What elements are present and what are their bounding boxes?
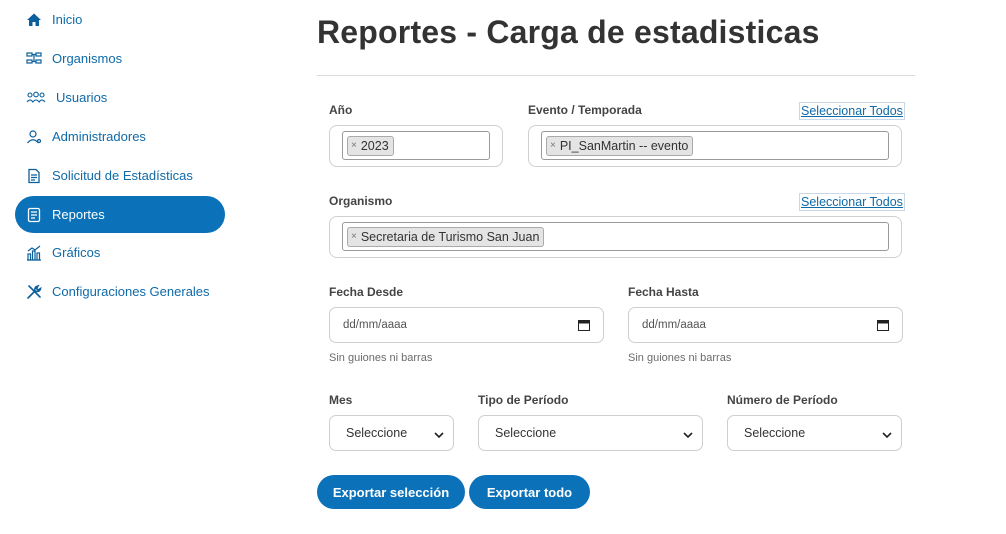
anio-multiselect[interactable]: × 2023 <box>342 131 490 160</box>
report-icon <box>25 206 43 224</box>
organismo-tag-label: Secretaria de Turismo San Juan <box>360 229 540 244</box>
sidebar-item-configuraciones[interactable]: Configuraciones Generales <box>15 273 225 310</box>
document-icon <box>25 167 43 185</box>
sidebar-item-solicitud[interactable]: Solicitud de Estadísticas <box>15 157 225 194</box>
calendar-icon[interactable] <box>877 319 889 331</box>
evento-label: Evento / Temporada <box>528 103 642 117</box>
sidebar-item-label: Usuarios <box>56 90 108 105</box>
export-selection-button[interactable]: Exportar selección <box>317 475 465 509</box>
tipo-periodo-select[interactable]: Seleccione <box>478 415 703 451</box>
fecha-desde-hint: Sin guiones ni barras <box>329 352 433 364</box>
evento-tag: × PI_SanMartin -- evento <box>546 135 694 156</box>
sidebar-item-graficos[interactable]: Gráficos <box>15 234 225 271</box>
sidebar-item-inicio[interactable]: Inicio <box>15 1 225 38</box>
chevron-down-icon <box>882 429 892 439</box>
remove-tag-icon[interactable]: × <box>351 231 357 242</box>
sidebar-item-administradores[interactable]: Administradores <box>15 118 225 155</box>
organization-icon <box>25 50 43 68</box>
fecha-hasta-placeholder: dd/mm/aaaa <box>642 319 706 331</box>
chevron-down-icon <box>683 429 693 439</box>
evento-tag-label: PI_SanMartin -- evento <box>559 138 689 153</box>
organismo-select-container: × Secretaria de Turismo San Juan <box>329 216 902 258</box>
mes-label: Mes <box>329 393 353 407</box>
export-all-button[interactable]: Exportar todo <box>469 475 590 509</box>
users-icon <box>25 89 47 107</box>
anio-tag: × 2023 <box>347 135 394 156</box>
chart-icon <box>25 244 43 262</box>
numero-periodo-select[interactable]: Seleccione <box>727 415 902 451</box>
organismo-multiselect[interactable]: × Secretaria de Turismo San Juan <box>342 222 889 251</box>
title-divider <box>317 75 915 76</box>
sidebar-item-label: Gráficos <box>52 245 101 260</box>
admin-icon <box>25 128 43 146</box>
mes-select-value: Seleccione <box>346 426 408 440</box>
fecha-hasta-hint: Sin guiones ni barras <box>628 352 732 364</box>
sidebar-item-label: Administradores <box>52 129 146 144</box>
sidebar-item-label: Reportes <box>52 207 105 222</box>
fecha-hasta-input[interactable]: dd/mm/aaaa <box>628 307 903 343</box>
evento-select-all-button[interactable]: Seleccionar Todos <box>799 102 905 120</box>
sidebar-item-organismos[interactable]: Organismos <box>15 40 225 77</box>
mes-select[interactable]: Seleccione <box>329 415 454 451</box>
organismo-tag: × Secretaria de Turismo San Juan <box>347 226 545 247</box>
anio-tag-label: 2023 <box>360 138 389 153</box>
fecha-hasta-label: Fecha Hasta <box>628 285 699 299</box>
anio-label: Año <box>329 103 353 117</box>
organismo-label: Organismo <box>329 194 393 208</box>
numero-periodo-label: Número de Período <box>727 393 838 407</box>
tools-icon <box>25 283 43 301</box>
sidebar-item-reportes[interactable]: Reportes <box>15 196 225 233</box>
tipo-periodo-select-value: Seleccione <box>495 426 557 440</box>
sidebar: Inicio Organismos Usuarios Administrador… <box>0 0 240 534</box>
numero-periodo-select-value: Seleccione <box>744 426 806 440</box>
tipo-periodo-label: Tipo de Período <box>478 393 569 407</box>
page-title: Reportes - Carga de estadisticas <box>317 14 820 50</box>
fecha-desde-placeholder: dd/mm/aaaa <box>343 319 407 331</box>
anio-select-container: × 2023 <box>329 125 503 167</box>
evento-multiselect[interactable]: × PI_SanMartin -- evento <box>541 131 889 160</box>
fecha-desde-label: Fecha Desde <box>329 285 404 299</box>
chevron-down-icon <box>434 429 444 439</box>
remove-tag-icon[interactable]: × <box>550 140 556 151</box>
calendar-icon[interactable] <box>578 319 590 331</box>
organismo-select-all-button[interactable]: Seleccionar Todos <box>799 193 905 211</box>
sidebar-item-label: Solicitud de Estadísticas <box>52 168 193 183</box>
home-icon <box>25 11 43 29</box>
evento-select-container: × PI_SanMartin -- evento <box>528 125 902 167</box>
sidebar-item-label: Inicio <box>52 12 83 27</box>
sidebar-item-usuarios[interactable]: Usuarios <box>15 79 225 116</box>
sidebar-item-label: Organismos <box>52 51 123 66</box>
sidebar-item-label: Configuraciones Generales <box>52 284 210 299</box>
remove-tag-icon[interactable]: × <box>351 140 357 151</box>
fecha-desde-input[interactable]: dd/mm/aaaa <box>329 307 604 343</box>
